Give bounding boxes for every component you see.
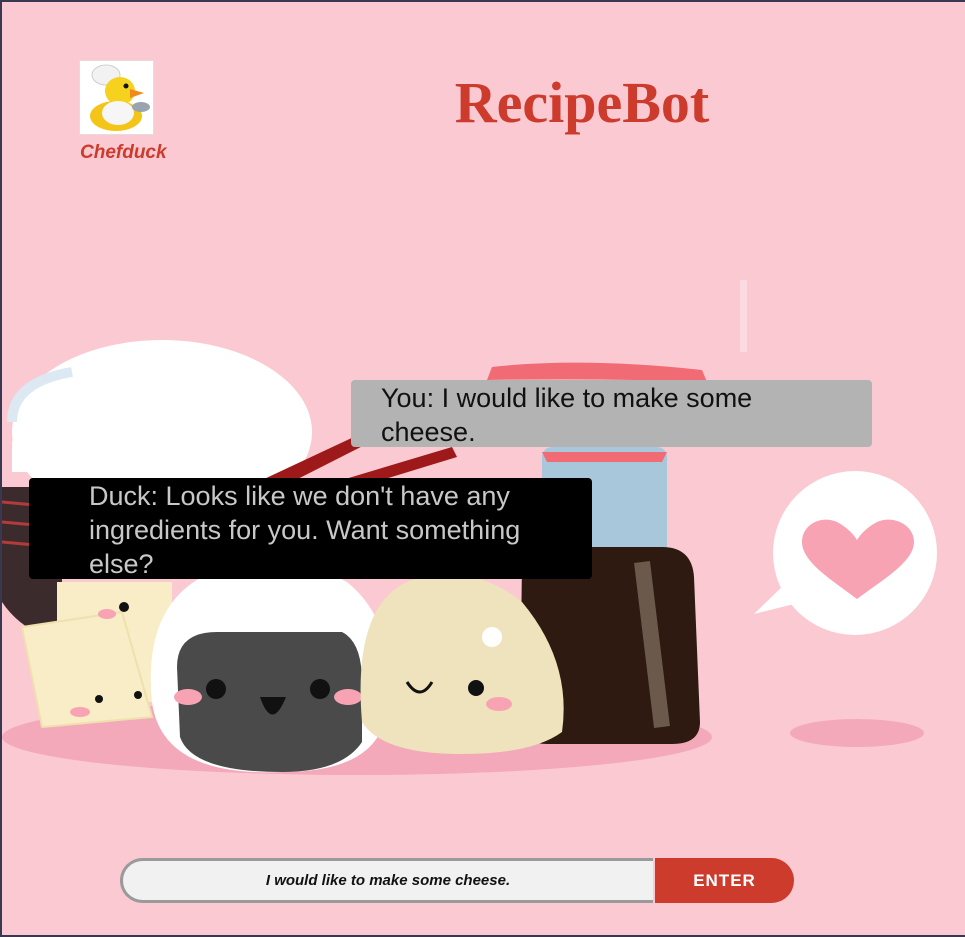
chefduck-avatar bbox=[79, 60, 154, 135]
bot-message-bubble: Duck: Looks like we don't have any ingre… bbox=[29, 478, 592, 579]
chef-duck-icon bbox=[80, 61, 153, 134]
page-title: RecipeBot bbox=[454, 70, 710, 135]
avatar-name-label: Chefduck bbox=[80, 142, 167, 163]
chat-input-container bbox=[120, 858, 653, 903]
enter-button[interactable]: ENTER bbox=[655, 858, 794, 903]
user-message-bubble: You: I would like to make some cheese. bbox=[351, 380, 872, 447]
chat-input[interactable] bbox=[123, 861, 653, 900]
recipebot-app: Chefduck RecipeBot You: I would like to … bbox=[0, 0, 965, 937]
onigiri-character-illustration bbox=[150, 561, 389, 773]
